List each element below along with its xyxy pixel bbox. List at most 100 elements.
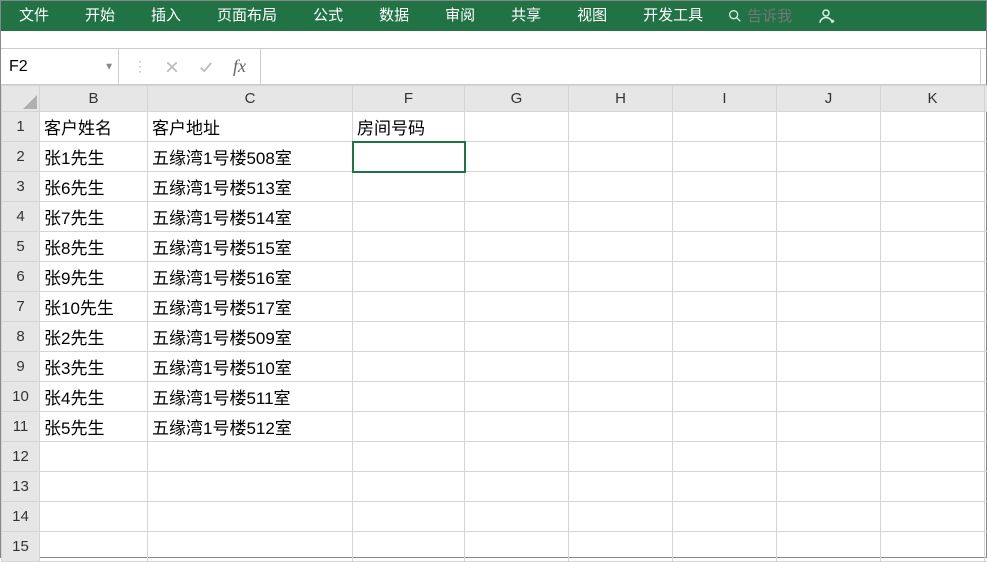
- menu-review[interactable]: 审阅: [427, 1, 493, 31]
- cell-J2[interactable]: [777, 142, 881, 172]
- cell-J12[interactable]: [777, 442, 881, 472]
- menu-file[interactable]: 文件: [5, 1, 67, 31]
- cell-H2[interactable]: [569, 142, 673, 172]
- cell-C5[interactable]: 五缘湾1号楼515室: [148, 232, 353, 262]
- cell-F4[interactable]: [353, 202, 465, 232]
- cell-I13[interactable]: [673, 472, 777, 502]
- cell-C7[interactable]: 五缘湾1号楼517室: [148, 292, 353, 322]
- cell-I15[interactable]: [673, 532, 777, 562]
- menu-share[interactable]: 共享: [493, 1, 559, 31]
- cell-H11[interactable]: [569, 412, 673, 442]
- cell-G6[interactable]: [465, 262, 569, 292]
- cell-I2[interactable]: [673, 142, 777, 172]
- row-header-15[interactable]: 15: [2, 532, 40, 562]
- cell-B5[interactable]: 张8先生: [40, 232, 148, 262]
- cell-G10[interactable]: [465, 382, 569, 412]
- cell-H6[interactable]: [569, 262, 673, 292]
- cell-H12[interactable]: [569, 442, 673, 472]
- cell-C4[interactable]: 五缘湾1号楼514室: [148, 202, 353, 232]
- insert-function-icon[interactable]: fx: [233, 56, 246, 77]
- cell-K9[interactable]: [881, 352, 985, 382]
- cell-F13[interactable]: [353, 472, 465, 502]
- tell-me-search[interactable]: [721, 8, 807, 25]
- menu-insert[interactable]: 插入: [133, 1, 199, 31]
- cell-K8[interactable]: [881, 322, 985, 352]
- cell-H1[interactable]: [569, 112, 673, 142]
- cell-I4[interactable]: [673, 202, 777, 232]
- cell-B7[interactable]: 张10先生: [40, 292, 148, 322]
- cell-H10[interactable]: [569, 382, 673, 412]
- cell-J13[interactable]: [777, 472, 881, 502]
- cell-B2[interactable]: 张1先生: [40, 142, 148, 172]
- cell-F14[interactable]: [353, 502, 465, 532]
- cell-J1[interactable]: [777, 112, 881, 142]
- row-header-14[interactable]: 14: [2, 502, 40, 532]
- cell-G9[interactable]: [465, 352, 569, 382]
- col-header-B[interactable]: B: [40, 86, 148, 112]
- row-header-10[interactable]: 10: [2, 382, 40, 412]
- cell-F10[interactable]: [353, 382, 465, 412]
- col-header-H[interactable]: H: [569, 86, 673, 112]
- row-header-1[interactable]: 1: [2, 112, 40, 142]
- cell-I9[interactable]: [673, 352, 777, 382]
- cell-C15[interactable]: [148, 532, 353, 562]
- cell-G11[interactable]: [465, 412, 569, 442]
- cell-B1[interactable]: 客户姓名: [40, 112, 148, 142]
- menu-developer[interactable]: 开发工具: [625, 1, 721, 31]
- cell-I1[interactable]: [673, 112, 777, 142]
- cell-J11[interactable]: [777, 412, 881, 442]
- cell-I11[interactable]: [673, 412, 777, 442]
- cell-K11[interactable]: [881, 412, 985, 442]
- row-header-13[interactable]: 13: [2, 472, 40, 502]
- row-header-6[interactable]: 6: [2, 262, 40, 292]
- cell-C14[interactable]: [148, 502, 353, 532]
- col-header-C[interactable]: C: [148, 86, 353, 112]
- cell-B6[interactable]: 张9先生: [40, 262, 148, 292]
- cell-G12[interactable]: [465, 442, 569, 472]
- cell-B13[interactable]: [40, 472, 148, 502]
- cell-F7[interactable]: [353, 292, 465, 322]
- select-all-corner[interactable]: [2, 86, 40, 112]
- cell-B12[interactable]: [40, 442, 148, 472]
- cell-K4[interactable]: [881, 202, 985, 232]
- cell-G14[interactable]: [465, 502, 569, 532]
- grid[interactable]: B C F G H I J K 1客户姓名客户地址房间号码2张1先生五缘湾1号楼…: [1, 85, 987, 562]
- cell-K5[interactable]: [881, 232, 985, 262]
- cell-J7[interactable]: [777, 292, 881, 322]
- cell-F3[interactable]: [353, 172, 465, 202]
- tell-me-input[interactable]: [747, 8, 807, 25]
- cell-J15[interactable]: [777, 532, 881, 562]
- cell-I10[interactable]: [673, 382, 777, 412]
- cell-K10[interactable]: [881, 382, 985, 412]
- row-header-3[interactable]: 3: [2, 172, 40, 202]
- cell-F12[interactable]: [353, 442, 465, 472]
- formula-input[interactable]: [261, 49, 980, 84]
- cell-H9[interactable]: [569, 352, 673, 382]
- cell-B4[interactable]: 张7先生: [40, 202, 148, 232]
- row-header-5[interactable]: 5: [2, 232, 40, 262]
- cell-K15[interactable]: [881, 532, 985, 562]
- cell-K14[interactable]: [881, 502, 985, 532]
- cell-G1[interactable]: [465, 112, 569, 142]
- cell-B14[interactable]: [40, 502, 148, 532]
- cell-K12[interactable]: [881, 442, 985, 472]
- worksheet[interactable]: B C F G H I J K 1客户姓名客户地址房间号码2张1先生五缘湾1号楼…: [1, 85, 986, 562]
- cell-F8[interactable]: [353, 322, 465, 352]
- cell-G13[interactable]: [465, 472, 569, 502]
- cell-C3[interactable]: 五缘湾1号楼513室: [148, 172, 353, 202]
- row-header-11[interactable]: 11: [2, 412, 40, 442]
- row-header-7[interactable]: 7: [2, 292, 40, 322]
- formula-options-icon[interactable]: ⋮: [133, 58, 147, 75]
- cell-J9[interactable]: [777, 352, 881, 382]
- col-header-G[interactable]: G: [465, 86, 569, 112]
- cell-H8[interactable]: [569, 322, 673, 352]
- cell-C12[interactable]: [148, 442, 353, 472]
- cell-I8[interactable]: [673, 322, 777, 352]
- cell-H3[interactable]: [569, 172, 673, 202]
- cell-K2[interactable]: [881, 142, 985, 172]
- cell-F15[interactable]: [353, 532, 465, 562]
- cell-C2[interactable]: 五缘湾1号楼508室: [148, 142, 353, 172]
- cancel-icon[interactable]: [165, 60, 179, 74]
- cell-C10[interactable]: 五缘湾1号楼511室: [148, 382, 353, 412]
- cell-B10[interactable]: 张4先生: [40, 382, 148, 412]
